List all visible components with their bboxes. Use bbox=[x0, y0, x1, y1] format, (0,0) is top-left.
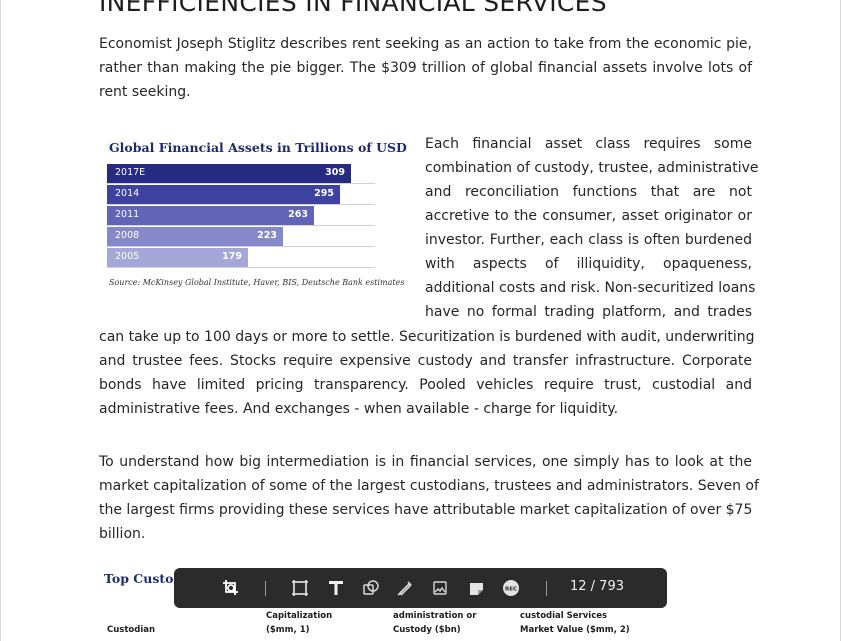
paragraph-line: and trustee fees. Stocks require expensi… bbox=[99, 353, 752, 369]
table-header-line: custodial Services bbox=[520, 611, 608, 621]
paragraph-line: the largest firms providing these servic… bbox=[99, 502, 753, 518]
chart-bar-row: 2008 223 bbox=[107, 227, 375, 247]
financial-assets-chart: Global Financial Assets in Trillions of … bbox=[105, 136, 407, 291]
chart-bar-row: 2005 179 bbox=[107, 248, 375, 268]
chart-category-label: 2005 bbox=[115, 251, 140, 262]
chart-bar-row: 2017E 309 bbox=[107, 164, 375, 184]
chart-value-label: 309 bbox=[325, 167, 345, 178]
table-header-line: administration or bbox=[393, 611, 477, 621]
paragraph-line: accretive to the consumer, asset origina… bbox=[425, 208, 752, 224]
toolbar-separator bbox=[265, 581, 266, 596]
table-header-custodian: Custodian bbox=[107, 625, 156, 635]
chart-category-label: 2008 bbox=[115, 230, 140, 241]
paragraph-line: combination of custody, trustee, adminis… bbox=[425, 160, 759, 176]
table-header-line: Market Value ($mm, 2) bbox=[520, 625, 630, 635]
page-indicator[interactable]: 12 / 793 bbox=[570, 579, 624, 594]
floating-toolbar: REC 12 / 793 bbox=[174, 568, 667, 608]
paragraph-1: Economist Joseph Stiglitz describes rent… bbox=[99, 32, 752, 104]
table-header-capitalization: Capitalization ($mm, 1) bbox=[266, 609, 332, 637]
chart-bar-row: 2014 295 bbox=[107, 185, 375, 205]
paragraph-2-side: Each financial asset class requires some… bbox=[425, 132, 759, 324]
draw-icon[interactable] bbox=[395, 578, 415, 598]
chart-value-label: 295 bbox=[314, 188, 334, 199]
paragraph-line: Economist Joseph Stiglitz describes rent… bbox=[99, 36, 752, 52]
shapes-icon[interactable] bbox=[361, 578, 381, 598]
paragraph-line: Each financial asset class requires some bbox=[425, 136, 752, 152]
paragraph-2-full: can take up to 100 days or more to settl… bbox=[99, 325, 755, 421]
table-header-administration: administration or Custody ($bn) bbox=[393, 609, 476, 637]
chart-category-label: 2011 bbox=[115, 209, 140, 220]
chart-value-label: 223 bbox=[257, 230, 277, 241]
crop-icon[interactable] bbox=[290, 578, 310, 598]
paragraph-line: To understand how big intermediation is … bbox=[99, 454, 752, 470]
table-header-line: Capitalization bbox=[266, 611, 333, 621]
record-icon[interactable]: REC bbox=[501, 578, 521, 598]
page-edge-left bbox=[0, 0, 1, 641]
paragraph-line: administrative fees. And exchanges - whe… bbox=[99, 401, 619, 417]
section-heading: INEFFICIENCIES IN FINANCIAL SERVICES bbox=[99, 0, 607, 17]
toolbar-separator bbox=[546, 581, 547, 596]
table-header-market-value: custodial Services Market Value ($mm, 2) bbox=[520, 609, 630, 637]
chart-source: Source: McKinsey Global Institute, Haver… bbox=[109, 278, 405, 287]
paragraph-line: billion. bbox=[99, 526, 146, 542]
chart-category-label: 2017E bbox=[115, 167, 146, 178]
paragraph-line: investor. Further, each class is often b… bbox=[425, 232, 752, 248]
table-header-line: Custody ($bn) bbox=[393, 625, 461, 635]
paragraph-3: To understand how big intermediation is … bbox=[99, 450, 759, 546]
chart-value-label: 179 bbox=[222, 251, 242, 262]
image-icon[interactable] bbox=[430, 578, 450, 598]
document-page: INEFFICIENCIES IN FINANCIAL SERVICES Eco… bbox=[0, 0, 841, 641]
table-header-line: ($mm, 1) bbox=[266, 625, 310, 635]
paragraph-line: bonds have limited pricing transparency.… bbox=[99, 377, 752, 393]
chart-bar-row: 2011 263 bbox=[107, 206, 375, 226]
paragraph-line: market capitalization of some of the lar… bbox=[99, 478, 759, 494]
paragraph-line: additional costs and risk. Non-securitiz… bbox=[425, 280, 756, 296]
chart-title: Global Financial Assets in Trillions of … bbox=[109, 140, 407, 155]
record-label: REC bbox=[505, 586, 517, 592]
paragraph-line: with aspects of illiquidity, opaqueness, bbox=[425, 256, 752, 272]
paragraph-line: can take up to 100 days or more to settl… bbox=[99, 329, 755, 345]
crop-search-icon[interactable] bbox=[221, 578, 241, 598]
note-icon[interactable] bbox=[466, 578, 486, 598]
paragraph-line: have no formal trading platform, and tra… bbox=[425, 304, 752, 320]
paragraph-line: and reconciliation functions that are no… bbox=[425, 184, 752, 200]
chart-category-label: 2014 bbox=[115, 188, 140, 199]
paragraph-line: rent seeking. bbox=[99, 84, 191, 100]
paragraph-line: rather than making the pie bigger. The $… bbox=[99, 60, 752, 76]
text-icon[interactable] bbox=[326, 578, 346, 598]
chart-value-label: 263 bbox=[288, 209, 308, 220]
